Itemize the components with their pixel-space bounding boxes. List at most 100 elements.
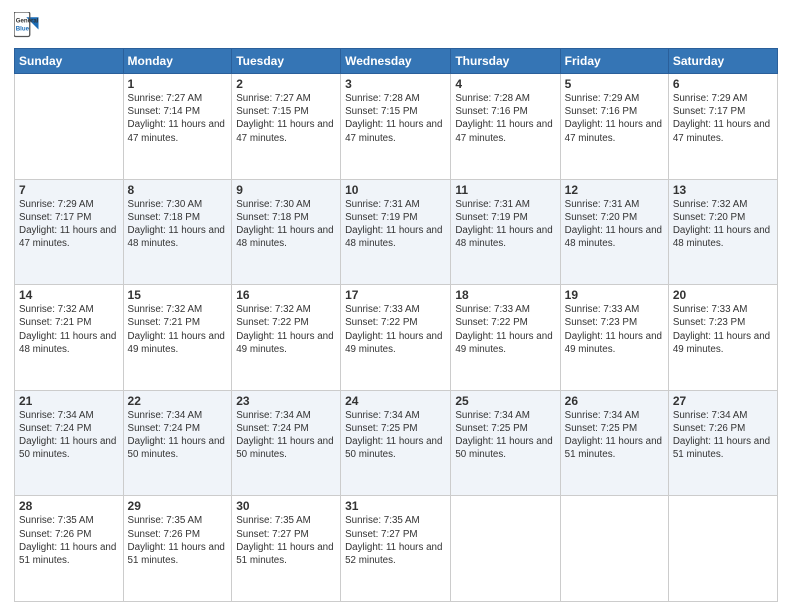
day-number: 12 <box>565 183 664 197</box>
day-cell <box>451 496 560 602</box>
day-cell: 14Sunrise: 7:32 AM Sunset: 7:21 PM Dayli… <box>15 285 124 391</box>
day-cell <box>668 496 777 602</box>
column-header-sunday: Sunday <box>15 49 124 74</box>
day-info: Sunrise: 7:33 AM Sunset: 7:22 PM Dayligh… <box>455 303 555 356</box>
day-cell: 13Sunrise: 7:32 AM Sunset: 7:20 PM Dayli… <box>668 179 777 285</box>
svg-text:Blue: Blue <box>16 25 30 32</box>
day-cell: 16Sunrise: 7:32 AM Sunset: 7:22 PM Dayli… <box>232 285 341 391</box>
day-info: Sunrise: 7:33 AM Sunset: 7:23 PM Dayligh… <box>565 303 664 356</box>
day-number: 14 <box>19 288 119 302</box>
day-cell: 31Sunrise: 7:35 AM Sunset: 7:27 PM Dayli… <box>341 496 451 602</box>
day-number: 8 <box>128 183 228 197</box>
day-cell: 22Sunrise: 7:34 AM Sunset: 7:24 PM Dayli… <box>123 390 232 496</box>
day-cell: 15Sunrise: 7:32 AM Sunset: 7:21 PM Dayli… <box>123 285 232 391</box>
day-number: 30 <box>236 499 336 513</box>
day-number: 17 <box>345 288 446 302</box>
day-cell: 24Sunrise: 7:34 AM Sunset: 7:25 PM Dayli… <box>341 390 451 496</box>
day-cell: 29Sunrise: 7:35 AM Sunset: 7:26 PM Dayli… <box>123 496 232 602</box>
day-info: Sunrise: 7:30 AM Sunset: 7:18 PM Dayligh… <box>128 198 228 251</box>
logo: General Blue <box>14 12 44 40</box>
day-number: 4 <box>455 77 555 91</box>
day-info: Sunrise: 7:29 AM Sunset: 7:16 PM Dayligh… <box>565 92 664 145</box>
day-cell: 5Sunrise: 7:29 AM Sunset: 7:16 PM Daylig… <box>560 74 668 180</box>
column-header-monday: Monday <box>123 49 232 74</box>
day-cell <box>15 74 124 180</box>
day-number: 19 <box>565 288 664 302</box>
day-number: 3 <box>345 77 446 91</box>
day-info: Sunrise: 7:34 AM Sunset: 7:26 PM Dayligh… <box>673 409 773 462</box>
day-cell: 1Sunrise: 7:27 AM Sunset: 7:14 PM Daylig… <box>123 74 232 180</box>
day-number: 2 <box>236 77 336 91</box>
day-info: Sunrise: 7:34 AM Sunset: 7:25 PM Dayligh… <box>565 409 664 462</box>
day-number: 24 <box>345 394 446 408</box>
day-number: 26 <box>565 394 664 408</box>
week-row-3: 14Sunrise: 7:32 AM Sunset: 7:21 PM Dayli… <box>15 285 778 391</box>
day-number: 6 <box>673 77 773 91</box>
day-info: Sunrise: 7:34 AM Sunset: 7:25 PM Dayligh… <box>345 409 446 462</box>
page-header: General Blue <box>14 12 778 40</box>
day-info: Sunrise: 7:29 AM Sunset: 7:17 PM Dayligh… <box>673 92 773 145</box>
day-info: Sunrise: 7:32 AM Sunset: 7:20 PM Dayligh… <box>673 198 773 251</box>
calendar-table: SundayMondayTuesdayWednesdayThursdayFrid… <box>14 48 778 602</box>
day-cell: 7Sunrise: 7:29 AM Sunset: 7:17 PM Daylig… <box>15 179 124 285</box>
day-info: Sunrise: 7:28 AM Sunset: 7:16 PM Dayligh… <box>455 92 555 145</box>
day-cell: 10Sunrise: 7:31 AM Sunset: 7:19 PM Dayli… <box>341 179 451 285</box>
day-number: 27 <box>673 394 773 408</box>
day-number: 29 <box>128 499 228 513</box>
day-number: 5 <box>565 77 664 91</box>
day-info: Sunrise: 7:35 AM Sunset: 7:27 PM Dayligh… <box>345 514 446 567</box>
week-row-1: 1Sunrise: 7:27 AM Sunset: 7:14 PM Daylig… <box>15 74 778 180</box>
day-info: Sunrise: 7:32 AM Sunset: 7:21 PM Dayligh… <box>128 303 228 356</box>
day-cell: 20Sunrise: 7:33 AM Sunset: 7:23 PM Dayli… <box>668 285 777 391</box>
day-info: Sunrise: 7:29 AM Sunset: 7:17 PM Dayligh… <box>19 198 119 251</box>
day-cell: 9Sunrise: 7:30 AM Sunset: 7:18 PM Daylig… <box>232 179 341 285</box>
day-cell: 17Sunrise: 7:33 AM Sunset: 7:22 PM Dayli… <box>341 285 451 391</box>
day-info: Sunrise: 7:34 AM Sunset: 7:25 PM Dayligh… <box>455 409 555 462</box>
day-cell: 8Sunrise: 7:30 AM Sunset: 7:18 PM Daylig… <box>123 179 232 285</box>
day-number: 1 <box>128 77 228 91</box>
calendar-header: SundayMondayTuesdayWednesdayThursdayFrid… <box>15 49 778 74</box>
day-number: 16 <box>236 288 336 302</box>
day-cell: 27Sunrise: 7:34 AM Sunset: 7:26 PM Dayli… <box>668 390 777 496</box>
day-info: Sunrise: 7:32 AM Sunset: 7:21 PM Dayligh… <box>19 303 119 356</box>
header-row: SundayMondayTuesdayWednesdayThursdayFrid… <box>15 49 778 74</box>
column-header-tuesday: Tuesday <box>232 49 341 74</box>
day-cell: 25Sunrise: 7:34 AM Sunset: 7:25 PM Dayli… <box>451 390 560 496</box>
week-row-5: 28Sunrise: 7:35 AM Sunset: 7:26 PM Dayli… <box>15 496 778 602</box>
day-number: 31 <box>345 499 446 513</box>
day-info: Sunrise: 7:34 AM Sunset: 7:24 PM Dayligh… <box>19 409 119 462</box>
day-cell: 4Sunrise: 7:28 AM Sunset: 7:16 PM Daylig… <box>451 74 560 180</box>
day-cell: 2Sunrise: 7:27 AM Sunset: 7:15 PM Daylig… <box>232 74 341 180</box>
day-cell: 21Sunrise: 7:34 AM Sunset: 7:24 PM Dayli… <box>15 390 124 496</box>
day-info: Sunrise: 7:27 AM Sunset: 7:14 PM Dayligh… <box>128 92 228 145</box>
day-number: 13 <box>673 183 773 197</box>
day-cell: 28Sunrise: 7:35 AM Sunset: 7:26 PM Dayli… <box>15 496 124 602</box>
day-cell: 26Sunrise: 7:34 AM Sunset: 7:25 PM Dayli… <box>560 390 668 496</box>
day-cell: 30Sunrise: 7:35 AM Sunset: 7:27 PM Dayli… <box>232 496 341 602</box>
day-info: Sunrise: 7:31 AM Sunset: 7:19 PM Dayligh… <box>455 198 555 251</box>
day-number: 15 <box>128 288 228 302</box>
day-cell: 11Sunrise: 7:31 AM Sunset: 7:19 PM Dayli… <box>451 179 560 285</box>
day-number: 23 <box>236 394 336 408</box>
day-number: 28 <box>19 499 119 513</box>
week-row-2: 7Sunrise: 7:29 AM Sunset: 7:17 PM Daylig… <box>15 179 778 285</box>
column-header-thursday: Thursday <box>451 49 560 74</box>
day-number: 20 <box>673 288 773 302</box>
column-header-saturday: Saturday <box>668 49 777 74</box>
day-number: 22 <box>128 394 228 408</box>
week-row-4: 21Sunrise: 7:34 AM Sunset: 7:24 PM Dayli… <box>15 390 778 496</box>
day-info: Sunrise: 7:33 AM Sunset: 7:22 PM Dayligh… <box>345 303 446 356</box>
day-cell: 18Sunrise: 7:33 AM Sunset: 7:22 PM Dayli… <box>451 285 560 391</box>
column-header-friday: Friday <box>560 49 668 74</box>
day-info: Sunrise: 7:27 AM Sunset: 7:15 PM Dayligh… <box>236 92 336 145</box>
day-number: 21 <box>19 394 119 408</box>
column-header-wednesday: Wednesday <box>341 49 451 74</box>
svg-text:General: General <box>16 18 39 25</box>
day-info: Sunrise: 7:30 AM Sunset: 7:18 PM Dayligh… <box>236 198 336 251</box>
day-number: 10 <box>345 183 446 197</box>
day-number: 7 <box>19 183 119 197</box>
day-cell: 19Sunrise: 7:33 AM Sunset: 7:23 PM Dayli… <box>560 285 668 391</box>
calendar-body: 1Sunrise: 7:27 AM Sunset: 7:14 PM Daylig… <box>15 74 778 602</box>
day-number: 11 <box>455 183 555 197</box>
day-info: Sunrise: 7:28 AM Sunset: 7:15 PM Dayligh… <box>345 92 446 145</box>
